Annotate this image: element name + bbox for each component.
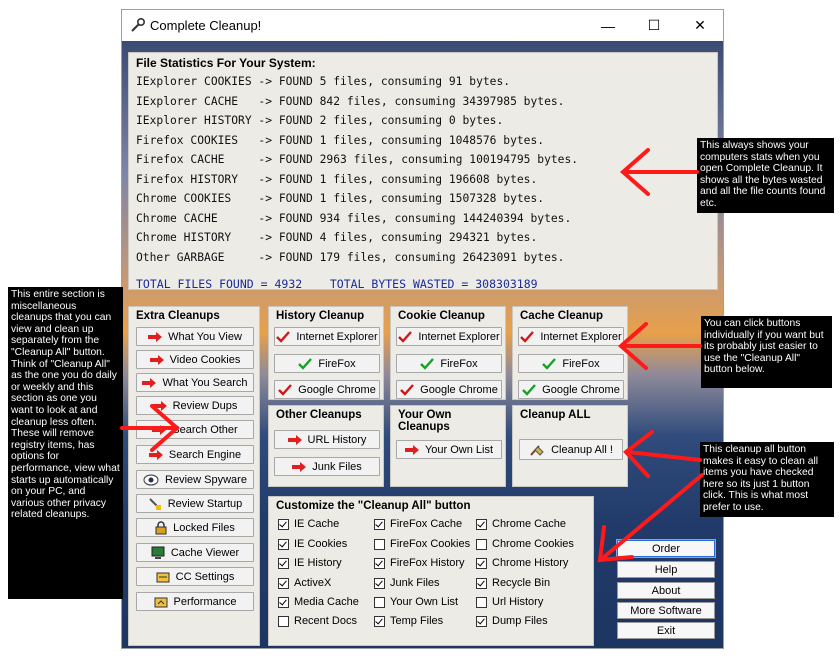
arrow-stats bbox=[619, 148, 699, 196]
arrow-cleanup-all bbox=[623, 430, 702, 478]
arrow-extra bbox=[120, 404, 181, 452]
arrow-buttons bbox=[617, 322, 702, 370]
annotation-arrows bbox=[120, 148, 704, 563]
arrow-customize bbox=[597, 473, 704, 563]
